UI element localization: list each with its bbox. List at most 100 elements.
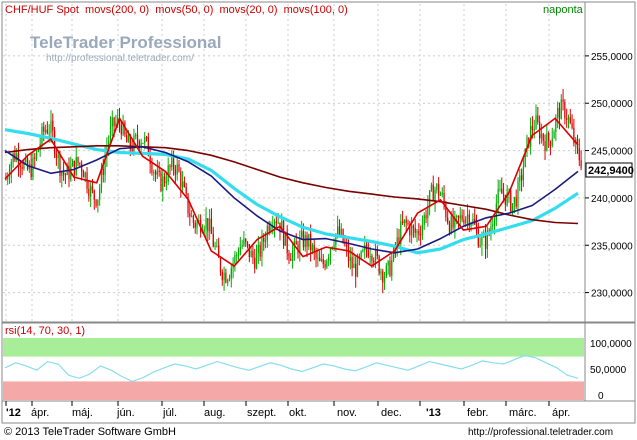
candle-body bbox=[373, 260, 375, 263]
candle-body bbox=[481, 237, 483, 246]
candle-body bbox=[236, 254, 238, 256]
price-tick-label: 240,0000 bbox=[591, 194, 633, 205]
candle-body bbox=[228, 278, 231, 281]
x-axis-area bbox=[1, 400, 636, 424]
candle-body bbox=[93, 190, 95, 200]
candle-body bbox=[391, 259, 393, 276]
candle-body bbox=[549, 141, 552, 146]
candle-body bbox=[355, 263, 357, 277]
candle-body bbox=[37, 149, 39, 152]
footer-url: http://professional.teletrader.com bbox=[468, 427, 613, 438]
candle-body bbox=[387, 261, 389, 266]
candle-body bbox=[558, 107, 561, 120]
candle-body bbox=[26, 158, 29, 169]
candle-body bbox=[362, 249, 364, 252]
candle-body bbox=[82, 171, 85, 178]
candle-body bbox=[511, 203, 514, 212]
candle-body bbox=[252, 250, 254, 258]
candle-body bbox=[311, 245, 314, 251]
candle-body bbox=[410, 225, 413, 236]
candle-body bbox=[356, 256, 359, 277]
candle-body bbox=[73, 160, 76, 175]
candle-body bbox=[192, 216, 195, 223]
candle-body bbox=[257, 245, 259, 254]
candle-body bbox=[172, 157, 175, 170]
candle-body bbox=[57, 154, 59, 159]
candle-body bbox=[369, 256, 371, 258]
last-price-tag: 242,9400 bbox=[585, 162, 634, 178]
candle-body bbox=[320, 259, 323, 261]
candle-body bbox=[187, 193, 189, 214]
rsi-oversold-zone bbox=[3, 381, 584, 400]
price-tick-label: 250,0000 bbox=[591, 99, 633, 110]
candle-body bbox=[48, 132, 50, 134]
x-tick-label: szept. bbox=[247, 407, 276, 419]
candle-body bbox=[430, 184, 433, 191]
x-tick-label: máj. bbox=[72, 407, 93, 419]
candle-body bbox=[95, 199, 97, 206]
candle-body bbox=[144, 137, 146, 144]
rsi-axis-area bbox=[584, 322, 636, 402]
candle-body bbox=[448, 223, 451, 233]
candle-body bbox=[465, 218, 467, 224]
candle-body bbox=[340, 229, 342, 235]
candle-body bbox=[263, 237, 265, 242]
candle-body bbox=[306, 235, 308, 247]
candle-body bbox=[367, 250, 369, 257]
candle-body bbox=[241, 244, 243, 247]
price-axis-area bbox=[584, 1, 636, 323]
candle-body bbox=[291, 250, 294, 261]
candle-body bbox=[329, 248, 332, 257]
price-tick-label: 235,0000 bbox=[591, 241, 633, 252]
candle-body bbox=[64, 174, 67, 176]
candle-body bbox=[385, 265, 387, 277]
candle-body bbox=[79, 162, 81, 164]
candle-body bbox=[75, 157, 77, 175]
candle-body bbox=[35, 151, 38, 159]
candle-body bbox=[535, 115, 537, 129]
candle-body bbox=[111, 117, 113, 127]
candle-body bbox=[163, 176, 166, 184]
candle-body bbox=[515, 197, 517, 207]
candle-body bbox=[461, 215, 463, 220]
candle-body bbox=[189, 213, 191, 217]
candle-body bbox=[441, 192, 443, 195]
candle-body bbox=[275, 221, 278, 224]
candle-body bbox=[44, 129, 47, 132]
candle-body bbox=[564, 101, 566, 119]
candle-body bbox=[349, 257, 351, 262]
candle-body bbox=[205, 218, 207, 230]
candle-body bbox=[237, 254, 240, 256]
candle-body bbox=[203, 229, 205, 232]
candle-body bbox=[569, 117, 571, 124]
candle-body bbox=[502, 193, 505, 195]
candle-body bbox=[548, 132, 550, 142]
candle-body bbox=[180, 171, 182, 188]
candle-body bbox=[185, 186, 187, 194]
candle-body bbox=[227, 280, 229, 283]
candle-body bbox=[295, 241, 297, 245]
candle-body bbox=[308, 233, 310, 247]
candle-body bbox=[537, 115, 539, 123]
candle-body bbox=[520, 175, 523, 181]
candle-body bbox=[219, 257, 222, 273]
candle-body bbox=[571, 123, 573, 128]
candle-body bbox=[346, 244, 348, 247]
candle-body bbox=[21, 166, 23, 169]
candle-body bbox=[162, 176, 164, 191]
candle-body bbox=[300, 231, 303, 238]
candle-body bbox=[466, 214, 469, 219]
candle-body bbox=[149, 156, 151, 164]
candle-body bbox=[273, 221, 276, 227]
candle-body bbox=[55, 153, 58, 159]
candle-body bbox=[243, 239, 245, 245]
candle-body bbox=[309, 233, 312, 251]
candle-body bbox=[109, 126, 112, 141]
candle-body bbox=[313, 245, 315, 251]
candle-body bbox=[183, 181, 186, 187]
candle-body bbox=[425, 215, 427, 219]
candle-body bbox=[353, 263, 355, 269]
candle-body bbox=[59, 154, 61, 177]
x-tick-label: aug. bbox=[204, 407, 225, 419]
candle-body bbox=[239, 246, 241, 255]
